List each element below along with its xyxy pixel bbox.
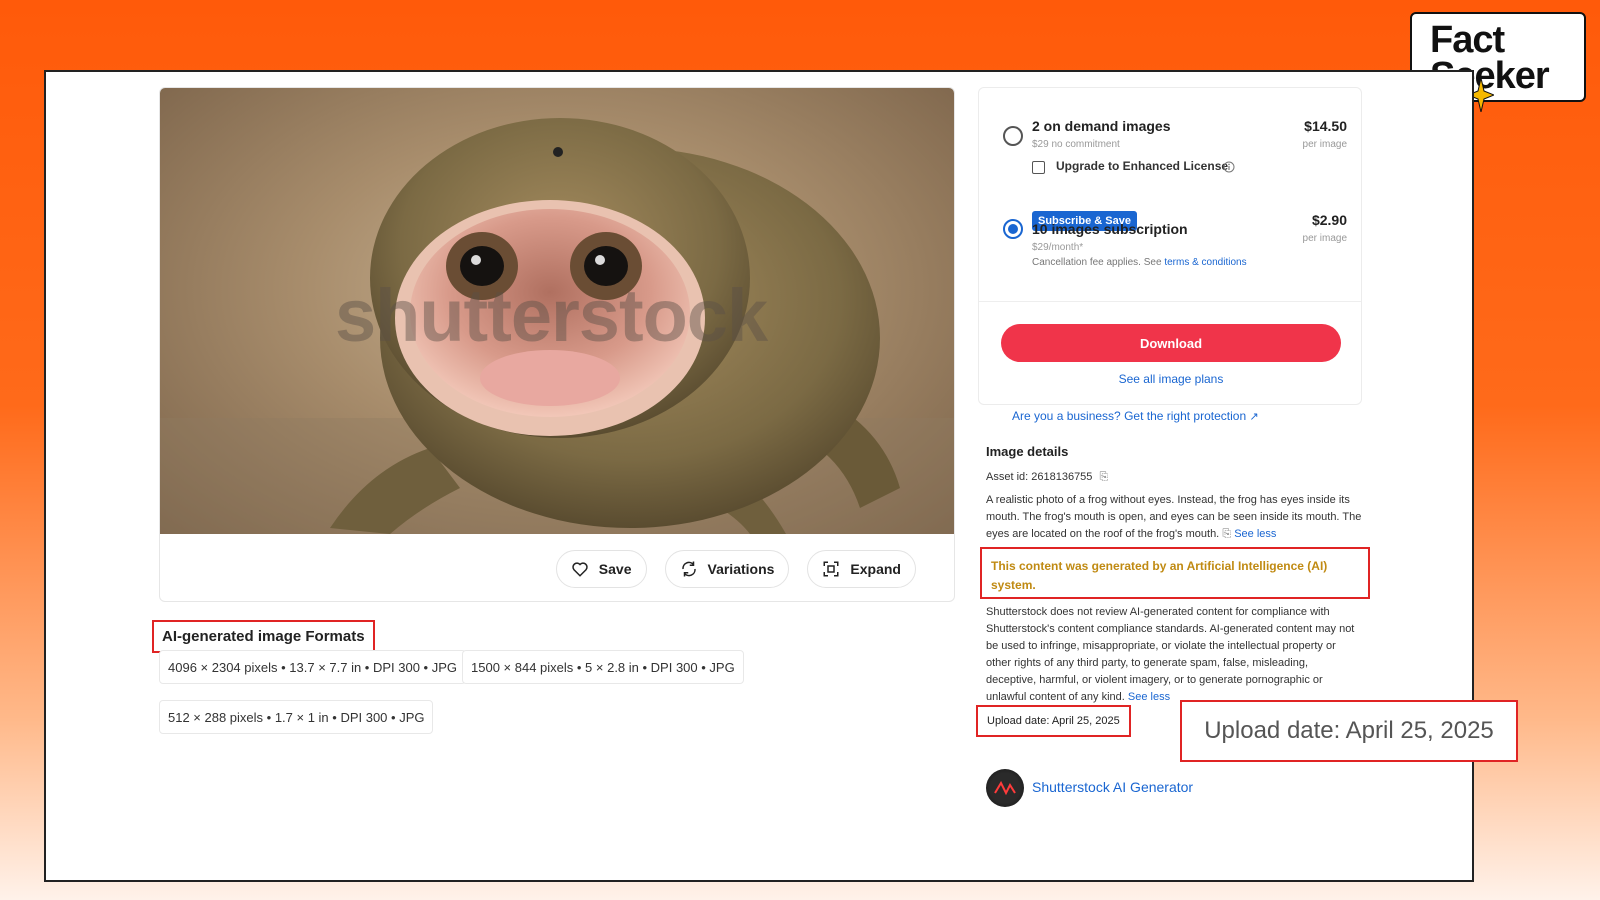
enhanced-license-label: Upgrade to Enhanced License xyxy=(1056,159,1229,173)
subscription-radio[interactable] xyxy=(1003,219,1023,239)
info-icon[interactable] xyxy=(1223,161,1235,173)
expand-label: Expand xyxy=(850,561,901,577)
expand-icon xyxy=(823,561,839,577)
format-option[interactable]: 1500 × 844 pixels • 5 × 2.8 in • DPI 300… xyxy=(462,650,744,684)
download-button[interactable]: Download xyxy=(1001,324,1341,362)
copy-icon[interactable]: ⎘ xyxy=(1222,528,1231,540)
asset-id: Asset id: 2618136755 ⎘ xyxy=(986,471,1109,483)
subscription-price: $2.90 xyxy=(1311,212,1347,228)
image-actions: Save Variations Expand xyxy=(555,550,916,588)
ai-generated-notice: This content was generated by an Artific… xyxy=(980,547,1370,599)
image-preview-card: shutterstock Save Variations Expand xyxy=(159,87,955,602)
subscription-title: 10 images subscription xyxy=(1032,221,1188,237)
on-demand-price: $14.50 xyxy=(1304,118,1347,134)
format-option[interactable]: 512 × 288 pixels • 1.7 × 1 in • DPI 300 … xyxy=(159,700,434,734)
terms-link[interactable]: terms & conditions xyxy=(1164,257,1246,268)
see-less-link[interactable]: See less xyxy=(1128,691,1170,703)
pricing-card: 2 on demand images $29 no commitment $14… xyxy=(978,87,1362,405)
cancellation-note: Cancellation fee applies. See terms & co… xyxy=(1032,257,1247,268)
save-button[interactable]: Save xyxy=(555,550,647,588)
enhanced-license-checkbox[interactable] xyxy=(1032,161,1045,174)
ai-logo-icon xyxy=(994,781,1016,795)
save-label: Save xyxy=(598,561,632,577)
copy-icon[interactable]: ⎘ xyxy=(1099,471,1108,483)
divider xyxy=(979,301,1361,302)
image-details-heading: Image details xyxy=(986,444,1069,459)
subscription-sub: $29/month* xyxy=(1032,242,1084,253)
see-all-plans-link[interactable]: See all image plans xyxy=(979,372,1363,386)
expand-button[interactable]: Expand xyxy=(807,550,916,588)
ai-disclaimer: Shutterstock does not review AI-generate… xyxy=(986,606,1355,703)
refresh-icon xyxy=(681,561,696,577)
format-option[interactable]: 4096 × 2304 pixels • 13.7 × 7.7 in • DPI… xyxy=(159,650,467,684)
heart-icon xyxy=(572,562,588,577)
subscription-unit: per image xyxy=(1302,233,1347,244)
formats-heading: AI-generated image Formats xyxy=(152,620,375,653)
on-demand-title: 2 on demand images xyxy=(1032,118,1171,134)
variations-button[interactable]: Variations xyxy=(664,550,790,588)
generator-link[interactable]: Shutterstock AI Generator xyxy=(1032,779,1193,795)
on-demand-unit: per image xyxy=(1302,139,1347,150)
upload-date: Upload date: April 25, 2025 xyxy=(976,705,1131,737)
generator-avatar[interactable] xyxy=(986,769,1024,807)
business-link[interactable]: Are you a business? Get the right protec… xyxy=(1012,409,1259,423)
variations-label: Variations xyxy=(707,561,775,577)
image-description: A realistic photo of a frog without eyes… xyxy=(986,494,1362,540)
frog-photo[interactable]: shutterstock xyxy=(160,88,954,534)
on-demand-radio[interactable] xyxy=(1003,126,1023,146)
external-link-icon: ↗ xyxy=(1249,411,1259,423)
logo-line-1: Fact xyxy=(1430,19,1505,61)
browser-screenshot: shutterstock Save Variations Expand AI-g… xyxy=(44,70,1518,882)
upload-date-callout: Upload date: April 25, 2025 xyxy=(1180,700,1518,762)
see-less-link[interactable]: See less xyxy=(1234,528,1276,540)
on-demand-sub: $29 no commitment xyxy=(1032,139,1120,150)
shutterstock-watermark: shutterstock xyxy=(335,274,768,357)
